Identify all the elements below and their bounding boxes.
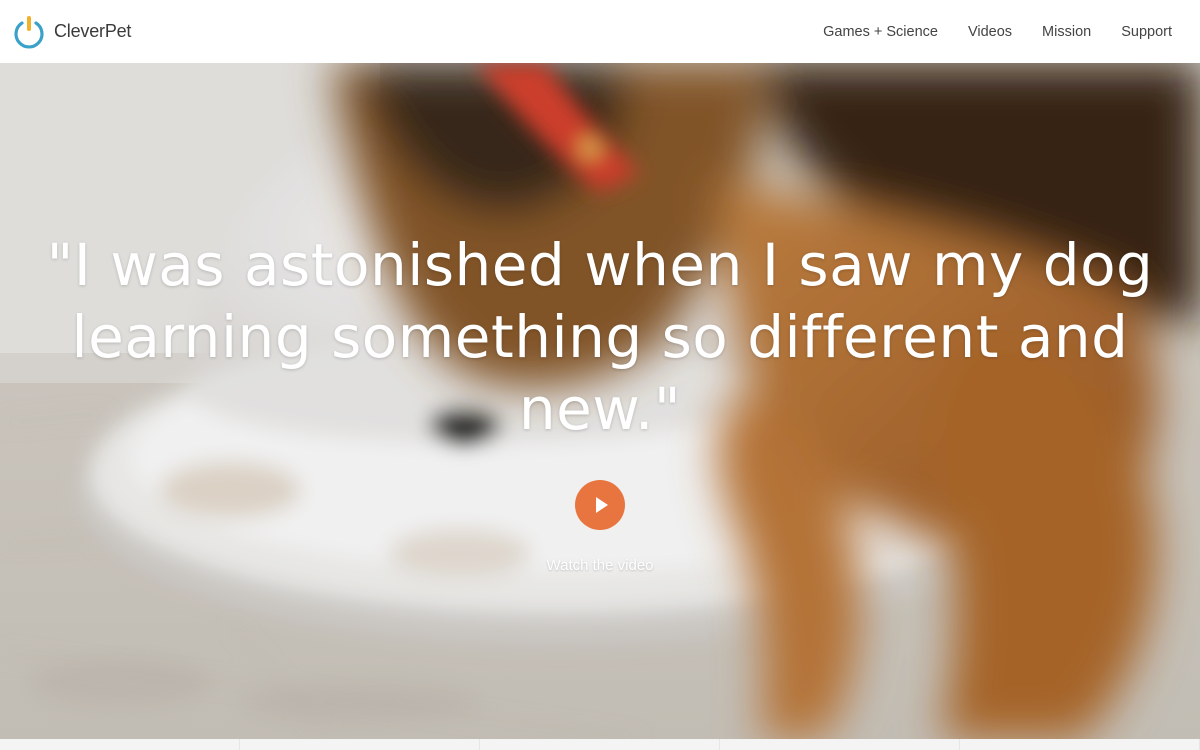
play-icon [596,497,608,513]
strip-cell [0,739,240,750]
brand-home-link[interactable]: CleverPet [12,14,131,50]
next-section-strip [0,739,1200,750]
watch-video-link[interactable]: Watch the video [500,557,700,574]
nav-item-games-science[interactable]: Games + Science [823,24,938,40]
nav-item-videos[interactable]: Videos [968,24,1012,40]
power-button-logo-icon [14,15,44,48]
site-header: CleverPet Games + Science Videos Mission… [0,0,1200,63]
strip-cell [720,739,960,750]
strip-cell [480,739,720,750]
hero-section: "I was astonished when I saw my dog lear… [0,63,1200,739]
hero-quote: "I was astonished when I saw my dog lear… [46,231,1154,443]
play-video-button[interactable] [575,480,625,530]
nav-item-mission[interactable]: Mission [1042,24,1091,40]
strip-cell [960,739,1200,750]
nav-item-support[interactable]: Support [1121,24,1172,40]
brand-name: CleverPet [54,21,132,41]
strip-cell [240,739,480,750]
main-nav: Games + Science Videos Mission Support [793,24,1172,40]
